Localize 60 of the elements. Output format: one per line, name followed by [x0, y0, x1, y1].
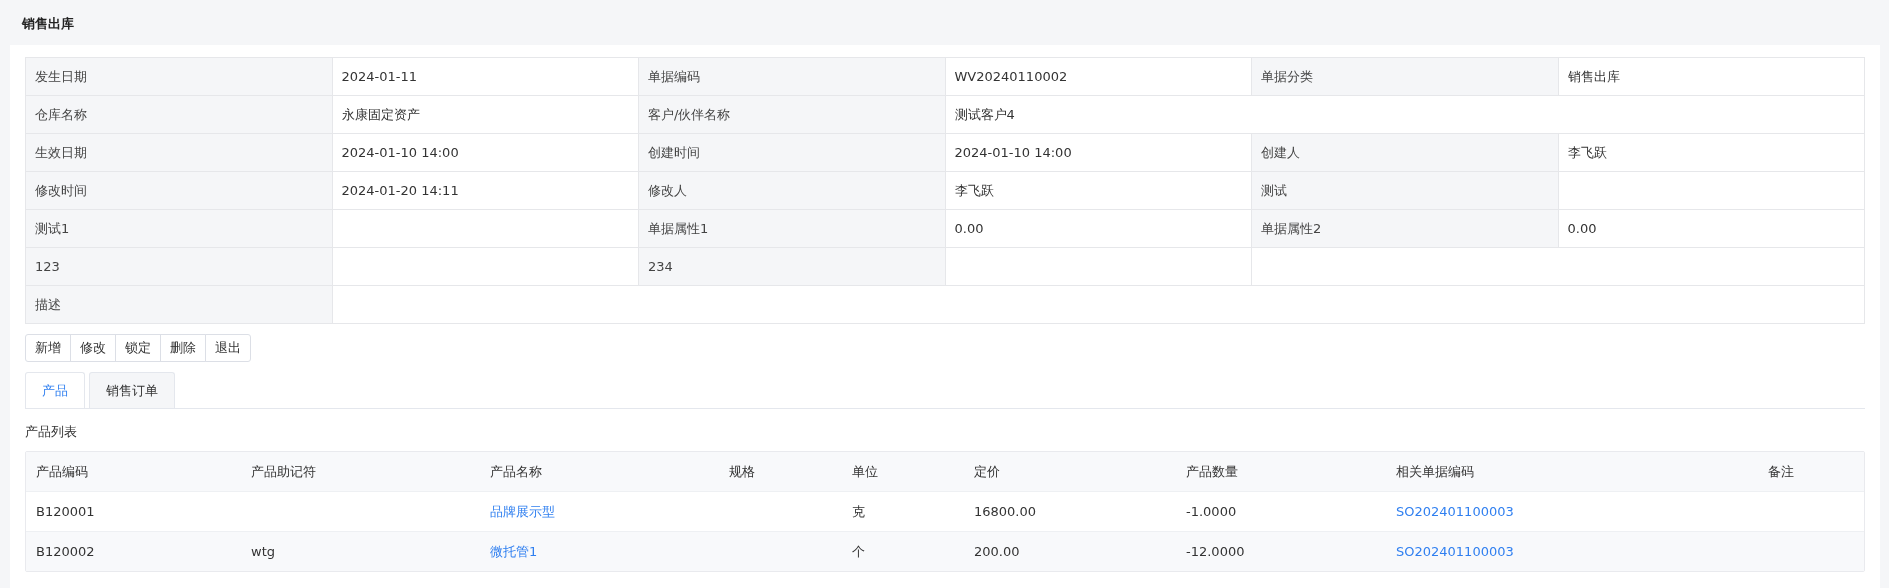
table-cell: -1.0000 — [1186, 504, 1237, 519]
column-header: 单位 — [852, 462, 878, 481]
field-value: 2024-01-10 14:00 — [945, 134, 1252, 172]
field-label: 单据编码 — [639, 58, 946, 96]
table-link[interactable]: 微托管1 — [490, 542, 538, 561]
table-cell: 个 — [852, 542, 865, 561]
field-value: 测试客户4 — [945, 96, 1865, 134]
table-cell: -12.0000 — [1186, 544, 1245, 559]
column-header: 产品编码 — [36, 462, 88, 481]
field-label: 发生日期 — [26, 58, 333, 96]
column-header: 相关单据编码 — [1396, 462, 1474, 481]
column-header: 产品名称 — [490, 462, 542, 481]
field-label: 创建人 — [1252, 134, 1559, 172]
field-label: 测试 — [1252, 172, 1559, 210]
toolbar-button[interactable]: 修改 — [70, 334, 116, 362]
field-label: 234 — [639, 248, 946, 286]
field-value: 李飞跃 — [1558, 134, 1865, 172]
field-label: 测试1 — [26, 210, 333, 248]
field-value: 2024-01-10 14:00 — [332, 134, 639, 172]
table-link[interactable]: SO202401100003 — [1396, 504, 1514, 519]
field-value: 销售出库 — [1558, 58, 1865, 96]
table-cell: wtg — [251, 544, 275, 559]
field-label: 描述 — [26, 286, 333, 324]
field-label: 123 — [26, 248, 333, 286]
field-value: 李飞跃 — [945, 172, 1252, 210]
column-header: 产品助记符 — [251, 462, 316, 481]
section-title: 产品列表 — [25, 423, 78, 441]
field-label: 创建时间 — [639, 134, 946, 172]
field-value: 2024-01-11 — [332, 58, 639, 96]
field-value: 0.00 — [945, 210, 1252, 248]
toolbar-button[interactable]: 锁定 — [115, 334, 161, 362]
page-title: 销售出库 — [20, 15, 75, 33]
column-header: 规格 — [729, 462, 755, 481]
field-label: 生效日期 — [26, 134, 333, 172]
toolbar-button[interactable]: 新增 — [25, 334, 71, 362]
column-header: 产品数量 — [1186, 462, 1238, 481]
table-cell: 200.00 — [974, 544, 1020, 559]
field-label: 修改时间 — [26, 172, 333, 210]
table-link[interactable]: 品牌展示型 — [490, 502, 555, 521]
table-cell: B120002 — [36, 544, 95, 559]
table-link[interactable]: SO202401100003 — [1396, 544, 1514, 559]
field-label: 单据分类 — [1252, 58, 1559, 96]
table-cell: 克 — [852, 502, 865, 521]
field-value: WV20240110002 — [945, 58, 1252, 96]
toolbar-button[interactable]: 删除 — [160, 334, 206, 362]
field-label: 单据属性2 — [1252, 210, 1559, 248]
field-label: 单据属性1 — [639, 210, 946, 248]
field-label: 修改人 — [639, 172, 946, 210]
table-cell: 16800.00 — [974, 504, 1037, 519]
tab[interactable]: 产品 — [25, 372, 85, 408]
toolbar-button[interactable]: 退出 — [205, 334, 251, 362]
table-cell: B120001 — [36, 504, 95, 519]
tab[interactable]: 销售订单 — [89, 372, 175, 408]
column-header: 备注 — [1768, 462, 1794, 481]
field-value: 2024-01-20 14:11 — [332, 172, 639, 210]
column-header: 定价 — [974, 462, 1000, 481]
field-value: 永康固定资产 — [332, 96, 639, 134]
field-label: 仓库名称 — [26, 96, 333, 134]
field-value: 0.00 — [1558, 210, 1865, 248]
field-label: 客户/伙伴名称 — [639, 96, 946, 134]
